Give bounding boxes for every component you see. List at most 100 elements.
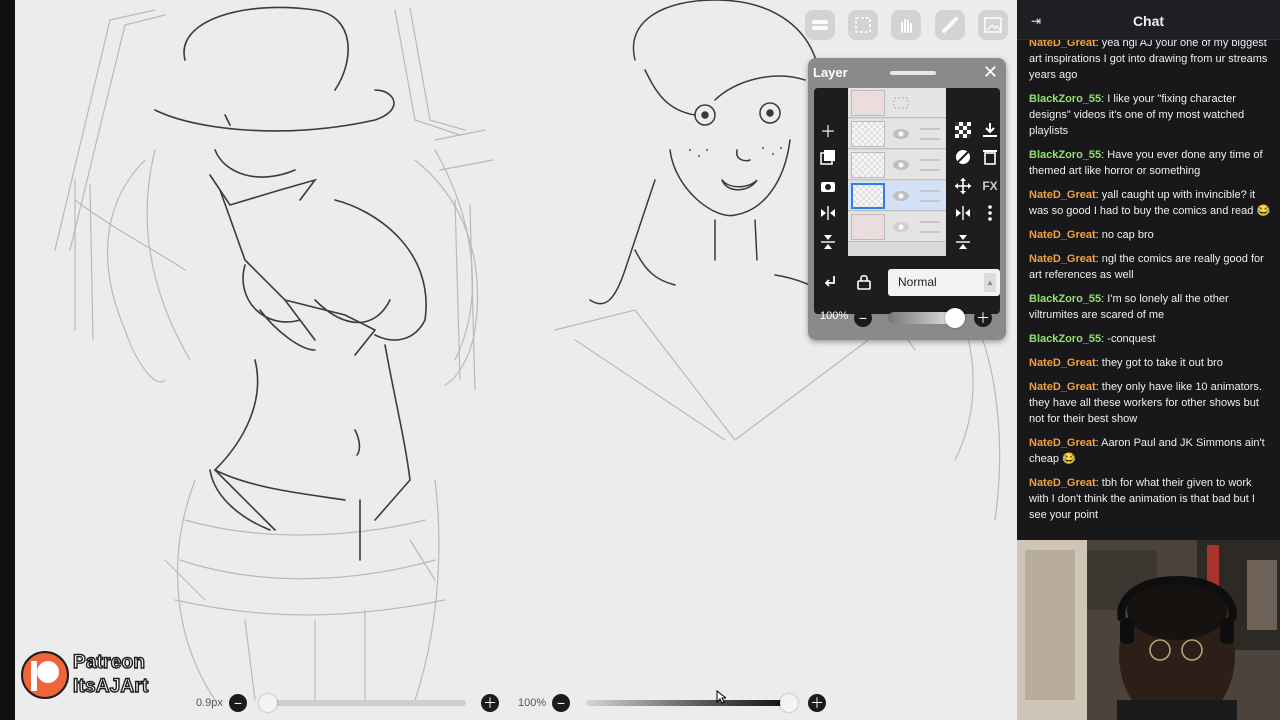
merge-down-icon[interactable]	[816, 230, 840, 254]
chat-username[interactable]: BlackZoro_55	[1029, 333, 1101, 345]
chat-title: Chat	[1132, 13, 1165, 29]
download-icon[interactable]	[978, 118, 1002, 142]
blend-row: Normal ▲	[814, 262, 1000, 296]
camera-icon[interactable]	[816, 174, 840, 198]
drag-handle-icon[interactable]	[920, 159, 940, 171]
chat-text: no cap bro	[1101, 229, 1154, 241]
patreon-logo-icon	[21, 651, 69, 699]
layer-thumbnail	[851, 152, 885, 178]
brush-opacity-decrease-button[interactable]: −	[552, 694, 570, 712]
brush-opacity-label: 100%	[518, 697, 547, 709]
layer-thumbnail	[851, 214, 885, 240]
layer-thumbnail	[851, 183, 885, 209]
blend-mode-value: Normal	[898, 275, 937, 289]
eye-icon[interactable]	[892, 219, 910, 235]
clip-arrow-icon[interactable]	[818, 270, 842, 294]
brush-size-knob[interactable]	[259, 694, 277, 712]
trash-icon[interactable]	[978, 145, 1002, 169]
chat-username[interactable]: NateD_Great	[1029, 437, 1096, 449]
drawing-canvas[interactable]: Layer ✕ ＋ FX Normal ▲ 100% − ＋ 0.9px − ＋…	[0, 0, 1017, 720]
brush-opacity-slider[interactable]	[586, 700, 786, 706]
layer-row[interactable]	[848, 150, 946, 180]
chat-username[interactable]: NateD_Great	[1029, 477, 1096, 489]
patreon-watermark: Patreon ItsAJArt	[20, 650, 180, 702]
layer-row[interactable]	[848, 119, 946, 149]
chat-username[interactable]: NateD_Great	[1029, 381, 1096, 393]
brush-opacity-knob[interactable]	[780, 694, 798, 712]
layer-row[interactable]	[848, 88, 946, 118]
chat-message: NateD_Great: tbh for what their given to…	[1029, 477, 1255, 521]
blend-mode-select[interactable]: Normal ▲	[888, 269, 1000, 296]
layer-row[interactable]	[848, 212, 946, 242]
brush-select-icon[interactable]	[805, 10, 835, 40]
chat-username[interactable]: NateD_Great	[1029, 229, 1096, 241]
brush-size-increase-button[interactable]: ＋	[481, 694, 499, 712]
layer-thumbnail	[851, 90, 885, 116]
chat-username[interactable]: BlackZoro_55	[1029, 293, 1101, 305]
more-options-icon[interactable]	[978, 201, 1002, 225]
add-layer-icon[interactable]: ＋	[816, 118, 840, 142]
chat-message: BlackZoro_55: I'm so lonely all the othe…	[1029, 293, 1229, 321]
webcam-image	[1017, 540, 1280, 720]
layer-opacity-label: 100%	[820, 310, 849, 322]
layer-panel[interactable]: Layer ✕ ＋ FX Normal ▲ 100% − ＋	[808, 58, 1006, 340]
chevron-up-icon: ▲	[984, 273, 996, 292]
brush-size-decrease-button[interactable]: −	[229, 694, 247, 712]
ruler-icon[interactable]	[935, 10, 965, 40]
eye-icon[interactable]	[892, 157, 910, 173]
brush-size-label: 0.9px	[196, 697, 223, 709]
chat-username[interactable]: NateD_Great	[1029, 253, 1096, 265]
chat-text: they got to take it out bro	[1101, 357, 1223, 369]
layer-visible-icon[interactable]	[892, 95, 910, 111]
eye-icon[interactable]	[892, 126, 910, 142]
close-icon[interactable]: ✕	[983, 62, 998, 82]
flip-horizontal-icon[interactable]	[816, 201, 840, 225]
selection-icon[interactable]	[848, 10, 878, 40]
chat-header: ⇥ Chat	[1017, 0, 1280, 40]
layer-panel-title: Layer	[813, 65, 848, 80]
chat-username[interactable]: NateD_Great	[1029, 189, 1096, 201]
patreon-handle: ItsAJArt	[72, 675, 149, 697]
opacity-decrease-button[interactable]: −	[854, 309, 872, 327]
opacity-increase-button[interactable]: ＋	[974, 309, 992, 327]
left-edge-bar	[0, 0, 15, 720]
chat-message: BlackZoro_55: I like your "fixing charac…	[1029, 93, 1245, 137]
chat-message: NateD_Great: they got to take it out bro	[1029, 357, 1223, 369]
chat-username[interactable]: BlackZoro_55	[1029, 93, 1101, 105]
chat-message: BlackZoro_55: Have you ever done any tim…	[1029, 149, 1263, 177]
layer-opacity-knob[interactable]	[945, 308, 965, 328]
patreon-text: Patreon	[72, 651, 146, 673]
lock-icon[interactable]	[852, 270, 876, 294]
drag-handle-icon[interactable]	[920, 190, 940, 202]
panel-drag-handle[interactable]	[890, 71, 936, 75]
drag-handle-icon[interactable]	[920, 128, 940, 140]
drag-handle-icon[interactable]	[920, 221, 940, 233]
chat-username[interactable]: NateD_Great	[1029, 357, 1096, 369]
eye-icon[interactable]	[892, 188, 910, 204]
clipping-icon[interactable]	[951, 145, 975, 169]
brush-size-slider[interactable]	[262, 700, 466, 706]
chat-message: NateD_Great: yall caught up with invinci…	[1029, 189, 1271, 217]
cursor-icon	[716, 690, 726, 704]
chat-message: NateD_Great: ngl the comics are really g…	[1029, 253, 1264, 281]
merge-icon[interactable]	[951, 230, 975, 254]
layer-list[interactable]	[848, 88, 946, 256]
move-icon[interactable]	[951, 174, 975, 198]
layer-thumbnail	[851, 121, 885, 147]
chat-message-list[interactable]: NateD_Great: yea ngl AJ your one of my b…	[1029, 35, 1271, 531]
layer-row-selected[interactable]	[848, 181, 946, 211]
chat-message: NateD_Great: yea ngl AJ your one of my b…	[1029, 37, 1268, 81]
chat-username[interactable]: BlackZoro_55	[1029, 149, 1101, 161]
fx-icon[interactable]: FX	[978, 174, 1002, 198]
checkerboard-icon[interactable]	[951, 118, 975, 142]
brush-opacity-increase-button[interactable]: ＋	[808, 694, 826, 712]
chat-panel: NateD_Great: yea ngl AJ your one of my b…	[1017, 0, 1280, 540]
stream-screen: Layer ✕ ＋ FX Normal ▲ 100% − ＋ 0.9px − ＋…	[0, 0, 1280, 720]
duplicate-layer-icon[interactable]	[816, 145, 840, 169]
flip-vertical-icon[interactable]	[951, 201, 975, 225]
chat-text: -conquest	[1107, 333, 1156, 345]
image-icon[interactable]	[978, 10, 1008, 40]
chat-message: BlackZoro_55: -conquest	[1029, 333, 1156, 345]
hand-icon[interactable]	[891, 10, 921, 40]
chat-message: NateD_Great: no cap bro	[1029, 229, 1154, 241]
